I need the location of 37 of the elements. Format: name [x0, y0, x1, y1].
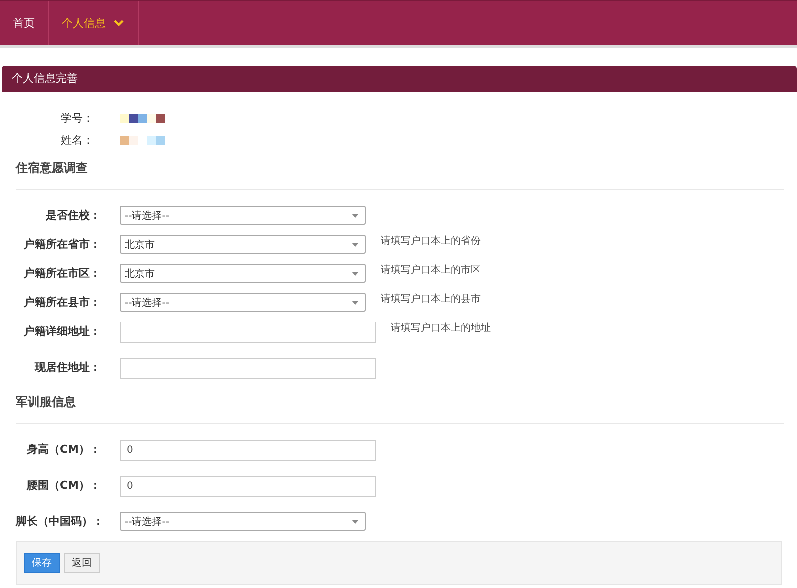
- field-label: 是否住校：: [45, 208, 102, 224]
- hint-text: 请填写户口本上的县市: [381, 293, 481, 306]
- panel-header: 个人信息完善: [2, 66, 797, 92]
- caret-down-icon: [352, 242, 359, 246]
- field-label: 姓名：: [60, 132, 95, 148]
- select-field[interactable]: 北京市: [120, 264, 366, 283]
- field-label: 腰围（CM）：: [26, 478, 102, 494]
- nav-item[interactable]: 首页: [0, 1, 49, 45]
- text-area[interactable]: [120, 322, 376, 343]
- select-field[interactable]: --请选择--: [120, 206, 366, 225]
- caret-down-icon: [352, 300, 359, 304]
- field-label: 户籍详细地址：: [23, 324, 102, 340]
- field-label: 学号：: [60, 110, 95, 126]
- input-field[interactable]: [120, 358, 376, 379]
- hint-text: 请填写户口本上的地址: [391, 322, 491, 335]
- caret-down-icon: [352, 214, 359, 218]
- hint-text: 请填写户口本上的省份: [381, 235, 481, 248]
- section-title: 军训服信息: [16, 394, 77, 411]
- redacted-value-icon: [120, 136, 165, 144]
- field-label: 现居住地址：: [34, 360, 102, 376]
- nav-item[interactable]: 个人信息: [49, 1, 139, 45]
- field-label: 身高（CM）：: [26, 442, 102, 458]
- redacted-value-icon: [120, 114, 165, 122]
- field-label: 户籍所在县市：: [23, 295, 102, 311]
- caret-down-icon: [352, 520, 359, 524]
- input-field[interactable]: 0: [120, 440, 376, 461]
- caret-down-icon: [352, 272, 359, 276]
- field-label: 户籍所在市区：: [23, 266, 102, 282]
- back-button[interactable]: 返回: [64, 553, 100, 573]
- select-field[interactable]: 北京市: [120, 235, 366, 254]
- select-field[interactable]: --请选择--: [120, 293, 366, 312]
- hint-text: 请填写户口本上的市区: [381, 264, 481, 277]
- input-field[interactable]: 0: [120, 476, 376, 497]
- field-label: 户籍所在省市：: [23, 237, 102, 253]
- field-label: 脚长（中国码）：: [16, 514, 105, 530]
- section-title: 住宿意愿调查: [16, 160, 89, 177]
- select-field[interactable]: --请选择--: [120, 512, 366, 531]
